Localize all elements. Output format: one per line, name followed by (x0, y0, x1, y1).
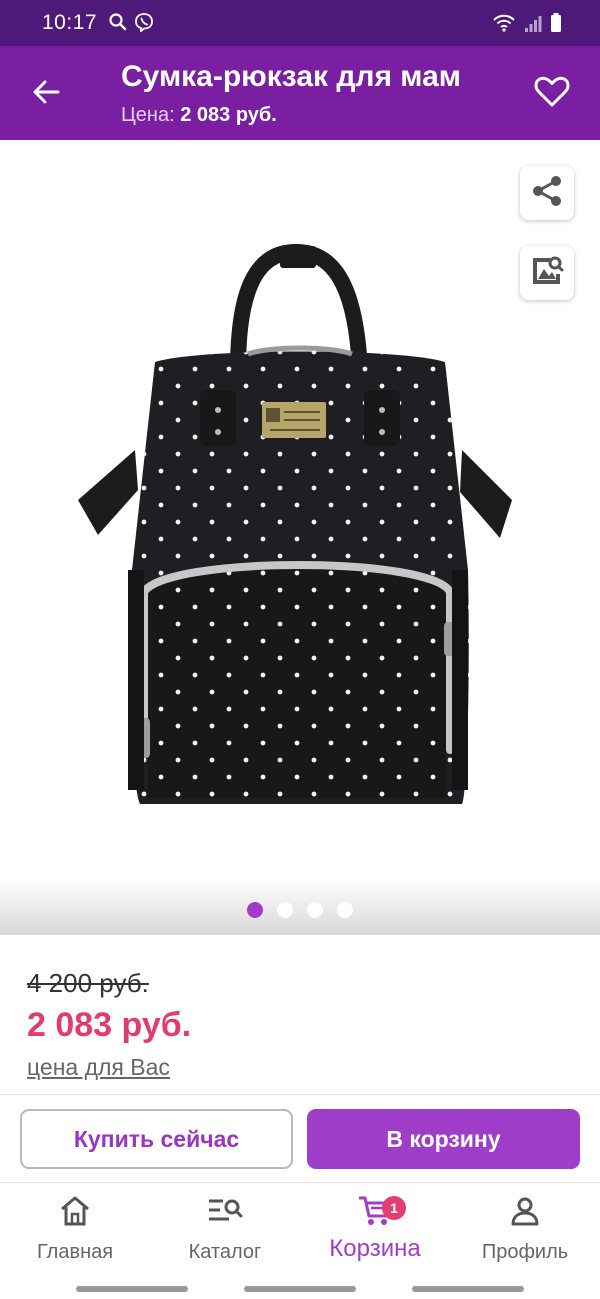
catalog-search-icon (207, 1196, 243, 1231)
status-bar: 10:17 (0, 0, 600, 46)
header-price-label: Цена: (121, 104, 175, 126)
header-price: Цена: 2 083 руб. (121, 104, 277, 127)
price-for-you-link[interactable]: цена для Вас (27, 1054, 170, 1081)
signal-icon (524, 15, 542, 38)
current-price: 2 083 руб. (27, 1006, 192, 1044)
gesture-bar-right (412, 1286, 524, 1292)
buy-now-button[interactable]: Купить сейчас (20, 1109, 293, 1169)
gesture-bar-left (76, 1286, 188, 1292)
viber-icon (134, 12, 154, 37)
cart-count-badge: 1 (382, 1196, 406, 1220)
share-icon (530, 174, 564, 213)
nav-item-cart[interactable]: 1 Корзина (300, 1193, 450, 1263)
gallery-indicator[interactable] (0, 902, 600, 918)
heart-icon (534, 76, 570, 113)
action-bar: Купить сейчас В корзину (0, 1094, 600, 1182)
gallery-dot-4[interactable] (337, 902, 353, 918)
app-bar: Сумка-рюкзак для мам Цена: 2 083 руб. (0, 46, 600, 140)
header-price-value: 2 083 руб. (180, 104, 277, 126)
nav-label-profile: Профиль (481, 1241, 569, 1263)
product-image (78, 243, 512, 804)
nav-item-home[interactable]: Главная (0, 1193, 150, 1264)
wifi-icon (492, 13, 516, 38)
page-title: Сумка-рюкзак для мам (121, 60, 461, 93)
status-time: 10:17 (42, 11, 98, 34)
image-search-button[interactable] (520, 246, 574, 300)
gallery-dot-2[interactable] (277, 902, 293, 918)
image-search-icon (530, 254, 564, 293)
nav-label-cart: Корзина (329, 1235, 421, 1262)
share-button[interactable] (520, 166, 574, 220)
nav-label-catalog: Каталог (188, 1241, 262, 1263)
search-icon (108, 12, 128, 37)
profile-icon (509, 1195, 541, 1232)
nav-label-home: Главная (36, 1241, 114, 1263)
gesture-bar-center (244, 1286, 356, 1292)
add-to-cart-button[interactable]: В корзину (307, 1109, 580, 1169)
favorite-button[interactable] (530, 72, 574, 116)
arrow-left-icon (31, 77, 61, 112)
home-icon (58, 1195, 92, 1232)
battery-icon (550, 13, 562, 38)
gallery-dot-1[interactable] (247, 902, 263, 918)
nav-item-catalog[interactable]: Каталог (150, 1193, 300, 1264)
bottom-navigation: Главная Каталог 1 Корзина Профиль (0, 1182, 600, 1299)
nav-item-profile[interactable]: Профиль (450, 1193, 600, 1264)
product-gallery[interactable] (0, 140, 600, 935)
gallery-dot-3[interactable] (307, 902, 323, 918)
back-button[interactable] (22, 72, 70, 116)
old-price: 4 200 руб. (27, 968, 149, 998)
